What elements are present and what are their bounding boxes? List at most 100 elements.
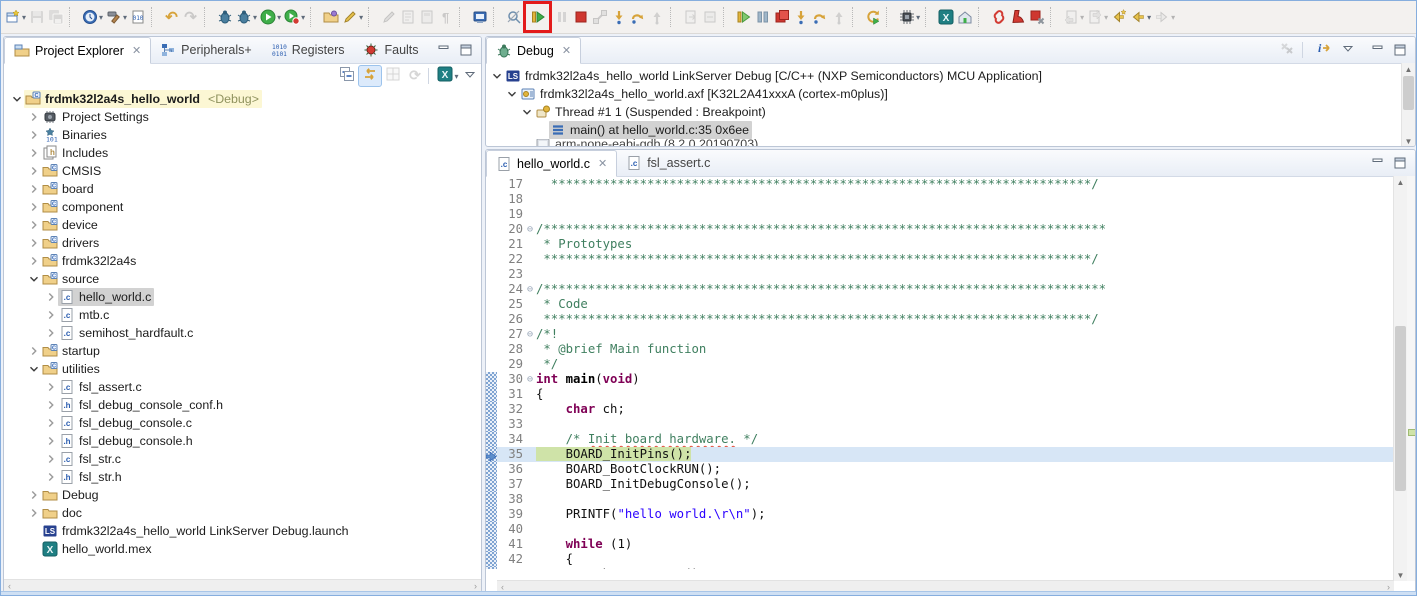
home-button[interactable] — [955, 5, 974, 29]
step-over-all-button[interactable] — [810, 5, 829, 29]
tree-item-cmsis[interactable]: CCMSIS — [4, 162, 481, 180]
save-all-button[interactable] — [46, 5, 65, 29]
code-line-27[interactable]: 27⊖/*! — [486, 327, 1415, 342]
tree-item-device[interactable]: Cdevice — [4, 216, 481, 234]
code-line-18[interactable]: 18 — [486, 192, 1415, 207]
code-line-41[interactable]: 41 while (1) — [486, 537, 1415, 552]
new-wizard-button[interactable]: ▾ — [3, 5, 27, 29]
editor-tab-hello-world-c[interactable]: .chello_world.c✕ — [486, 150, 617, 177]
back-button[interactable]: ▾ — [1128, 5, 1152, 29]
dropdown-arrow-icon[interactable]: ▾ — [1171, 13, 1175, 22]
tree-item-fsl-str-c[interactable]: .cfsl_str.c — [4, 450, 481, 468]
tree-item-frdmk32l2a4s[interactable]: Cfrdmk32l2a4s — [4, 252, 481, 270]
mark-occurrences-button[interactable] — [417, 5, 436, 29]
code-line-35[interactable]: 35 BOARD_InitPins(); — [486, 447, 1415, 462]
expand-arrow-icon[interactable] — [27, 488, 41, 502]
resume-button[interactable] — [523, 1, 552, 33]
expand-arrow-icon[interactable] — [44, 434, 58, 448]
collapse-all-button[interactable] — [336, 66, 358, 86]
scroll-down-arrow[interactable]: ▼ — [1394, 569, 1407, 581]
code-line-29[interactable]: 29 */ — [486, 357, 1415, 372]
debug-scroll-thumb[interactable] — [1403, 76, 1414, 110]
code-line-17[interactable]: 17 *************************************… — [486, 177, 1415, 192]
forward-button[interactable]: ▾ — [1152, 5, 1176, 29]
tree-item-board[interactable]: Cboard — [4, 180, 481, 198]
collapse-arrow-icon[interactable] — [490, 69, 504, 83]
code-line-21[interactable]: 21 * Prototypes — [486, 237, 1415, 252]
expand-arrow-icon[interactable] — [27, 236, 41, 250]
redo-button[interactable]: ↷ — [181, 5, 200, 29]
code-line-20[interactable]: 20⊖/************************************… — [486, 222, 1415, 237]
remove-all-terminated-button[interactable] — [1276, 40, 1298, 60]
expand-arrow-icon[interactable] — [44, 380, 58, 394]
import-button[interactable]: ▾ — [1061, 5, 1085, 29]
collapse-arrow-icon[interactable] — [520, 105, 534, 119]
tree-item-arm-none-eabi-gdb-8-2-0-20190703[interactable]: arm-none-eabi-gdb (8.2.0.20190703) — [486, 139, 1415, 147]
step-into-all-button[interactable] — [791, 5, 810, 29]
code-line-39[interactable]: 39 PRINTF("hello world.\r\n"); — [486, 507, 1415, 522]
profile-button[interactable]: ▾ — [282, 5, 306, 29]
dropdown-arrow-icon[interactable]: ▾ — [123, 13, 127, 22]
show-whitespace-button[interactable]: ¶ — [436, 5, 455, 29]
tree-item-fsl-debug-console-conf-h[interactable]: .hfsl_debug_console_conf.h — [4, 396, 481, 414]
dropdown-arrow-icon[interactable]: ▾ — [277, 13, 281, 22]
minimize-button[interactable] — [1370, 42, 1386, 58]
collapse-arrow-icon[interactable] — [505, 87, 519, 101]
dropdown-arrow-icon[interactable]: ▾ — [916, 13, 920, 22]
tree-item-mtb-c[interactable]: .cmtb.c — [4, 306, 481, 324]
code-line-23[interactable]: 23 — [486, 267, 1415, 282]
tree-item-thread-1-1-suspended-breakpoint[interactable]: Thread #1 1 (Suspended : Breakpoint) — [486, 103, 1415, 121]
tree-item-component[interactable]: Ccomponent — [4, 198, 481, 216]
tree-item-hello-world-mex[interactable]: Xhello_world.mex — [4, 540, 481, 558]
debug-tab-debug[interactable]: Debug✕ — [486, 37, 581, 64]
refresh-button[interactable]: ⟳ — [404, 66, 426, 86]
step-over-button[interactable] — [628, 5, 647, 29]
minimize-button[interactable] — [1370, 155, 1386, 171]
step-return-button[interactable] — [647, 5, 666, 29]
dropdown-arrow-icon[interactable]: ▾ — [1147, 13, 1151, 22]
scroll-up-arrow[interactable]: ▲ — [1402, 63, 1415, 75]
dropdown-arrow-icon[interactable]: ▾ — [99, 13, 103, 22]
tree-item-frdmk32l2a4s-hello-world[interactable]: Cfrdmk32l2a4s_hello_world<Debug> — [4, 90, 481, 108]
tree-item-utilities[interactable]: Cutilities — [4, 360, 481, 378]
editor-scroll-thumb[interactable] — [1395, 326, 1406, 491]
link-with-editor-button[interactable] — [358, 65, 382, 87]
expand-arrow-icon[interactable] — [27, 200, 41, 214]
maximize-button[interactable] — [1392, 155, 1408, 171]
dropdown-arrow-icon[interactable]: ▾ — [22, 13, 26, 22]
tree-item-main-at-hello-world-c-35-0x6ee[interactable]: main() at hello_world.c:35 0x6ee — [486, 121, 1415, 139]
dropdown-arrow-icon[interactable]: ▾ — [301, 13, 305, 22]
last-edit-location-button[interactable] — [1109, 5, 1128, 29]
view-menu-button[interactable] — [459, 66, 481, 86]
scroll-right-arrow[interactable]: › — [474, 581, 477, 591]
linkserver-button[interactable] — [989, 5, 1008, 29]
edit-mode-button[interactable] — [379, 5, 398, 29]
dropdown-arrow-icon[interactable]: ▾ — [1080, 13, 1084, 22]
expand-arrow-icon[interactable] — [27, 254, 41, 268]
expand-arrow-icon[interactable] — [27, 506, 41, 520]
terminate-remove-button[interactable] — [1027, 5, 1046, 29]
maximize-button[interactable] — [1392, 42, 1408, 58]
fold-marker-icon[interactable]: ⊖ — [524, 327, 536, 342]
expand-arrow-icon[interactable] — [27, 128, 41, 142]
code-line-43[interactable]: 43 ch = GETCHAR(); — [486, 567, 1415, 569]
config-tools-menu-button[interactable]: X▾ — [437, 66, 459, 86]
code-line-34[interactable]: 34 /* Init board hardware. */ — [486, 432, 1415, 447]
debug-configurations-button[interactable]: ▾ — [234, 5, 258, 29]
collapse-arrow-icon[interactable] — [27, 272, 41, 286]
code-editor[interactable]: 17 *************************************… — [486, 177, 1415, 569]
code-line-31[interactable]: 31{ — [486, 387, 1415, 402]
open-console-button[interactable] — [470, 5, 489, 29]
step-return-all-button[interactable] — [829, 5, 848, 29]
tree-item-drivers[interactable]: Cdrivers — [4, 234, 481, 252]
restart-button[interactable] — [734, 5, 753, 29]
close-tab-icon[interactable]: ✕ — [132, 44, 141, 57]
explorer-tab-registers[interactable]: 10100101Registers — [262, 37, 355, 63]
tree-item-fsl-str-h[interactable]: .hfsl_str.h — [4, 468, 481, 486]
editor-tab-fsl-assert-c[interactable]: .cfsl_assert.c — [617, 150, 720, 176]
collapse-arrow-icon[interactable] — [27, 362, 41, 376]
explorer-tab-project-explorer[interactable]: Project Explorer✕ — [4, 37, 151, 64]
fold-marker-icon[interactable]: ⊖ — [524, 222, 536, 237]
resume-at-line-button[interactable] — [700, 5, 719, 29]
scroll-left-arrow[interactable]: ‹ — [8, 581, 11, 591]
